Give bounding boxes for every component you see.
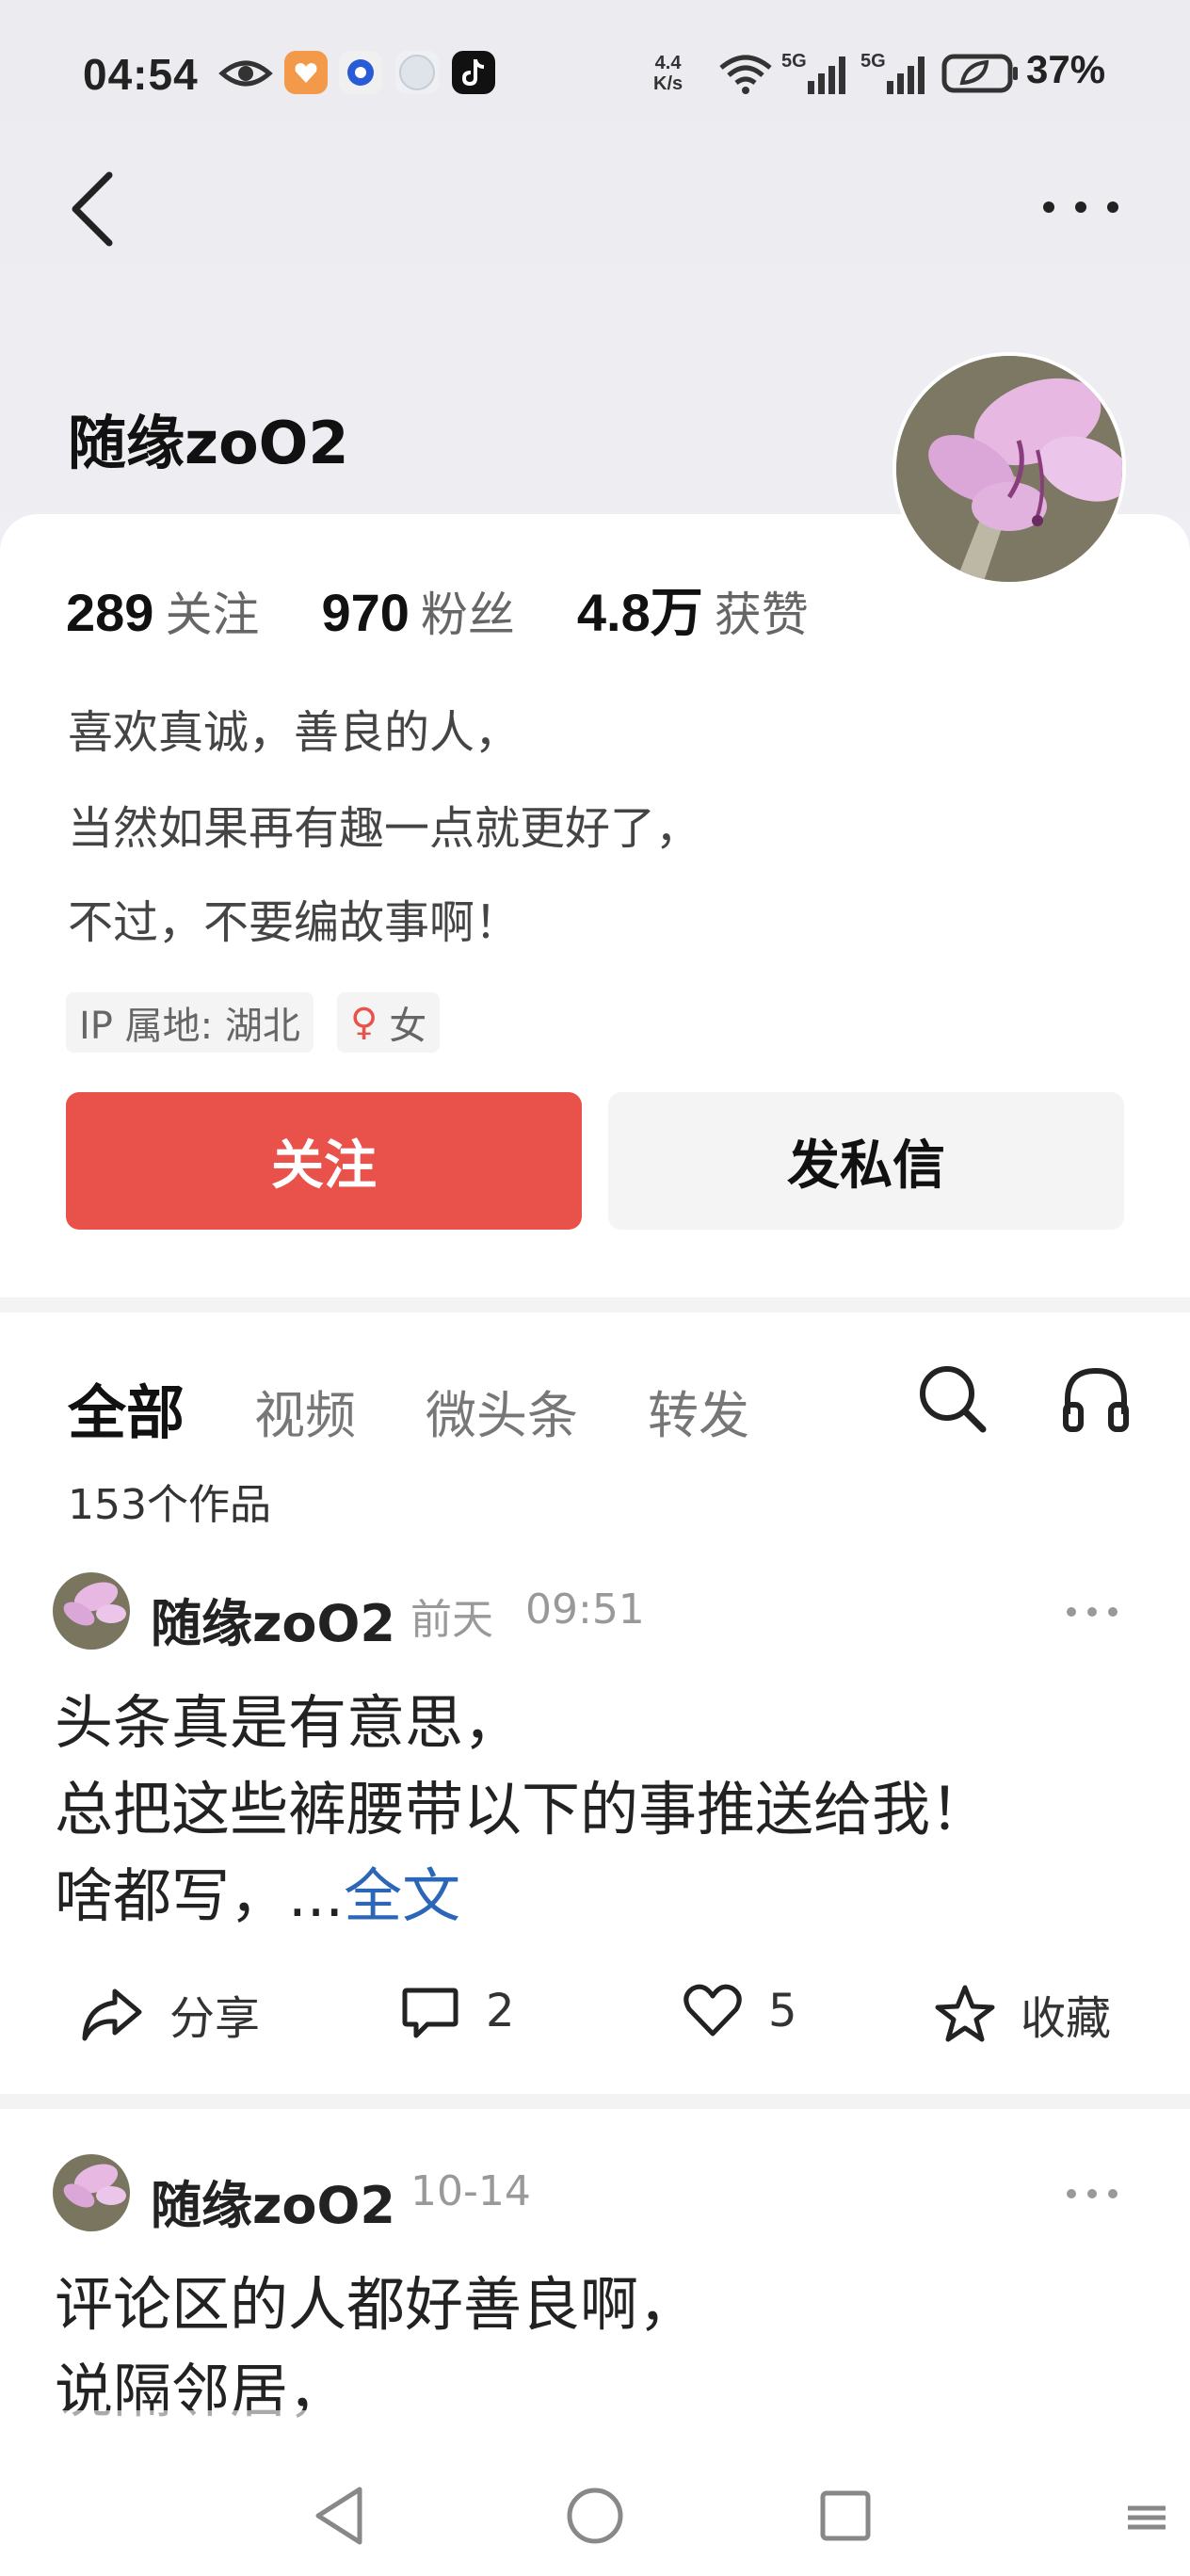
post-text-truncated: 啥都写，... [55, 1861, 345, 1930]
post-date: 前天 [410, 1596, 493, 1644]
comment-count: 2 [486, 1985, 515, 2037]
profile-avatar[interactable] [892, 352, 1126, 586]
likes-count: 4.8万 [576, 583, 703, 642]
send-message-button[interactable]: 发私信 [608, 1092, 1124, 1230]
headphones-icon[interactable] [1058, 1361, 1134, 1437]
comment-icon [402, 1988, 458, 2038]
post-divider [0, 2094, 1190, 2109]
star-icon [935, 1985, 995, 2042]
app-notification-icon-3 [395, 51, 439, 94]
status-bar: 04:54 4.4 K/s 5G 5G 37% [0, 0, 1190, 151]
female-icon: ♀ [350, 1001, 378, 1044]
post-time: 09:51 [525, 1586, 645, 1634]
bio-line-2: 当然如果再有趣一点就更好了， [68, 802, 701, 855]
app-notification-icon [284, 51, 328, 94]
tiktok-icon [452, 51, 495, 94]
likes-label: 获赞 [714, 588, 809, 642]
post-author-name[interactable]: 随缘zoO2 [151, 1582, 395, 1656]
bio-line-1: 喜欢真诚，善良的人， [68, 706, 521, 759]
heart-icon [683, 1984, 742, 2037]
favorite-label: 收藏 [1021, 1992, 1112, 2045]
post-author-avatar[interactable] [53, 1572, 130, 1650]
nav-recents-icon[interactable] [812, 2482, 879, 2550]
following-count[interactable]: 289 [66, 582, 153, 643]
favorite-action[interactable]: 收藏 [934, 1981, 1111, 2047]
eye-icon [218, 60, 273, 87]
post-more-icon[interactable] [1064, 1602, 1120, 1621]
app-notification-icon-2 [339, 51, 382, 94]
followers-label[interactable]: 粉丝 [421, 577, 515, 645]
network-speed: 4.4 K/s [653, 53, 683, 94]
post-text-line-1[interactable]: 头条真是有意思， [55, 1680, 522, 1766]
signal-bars-icon-2 [887, 56, 925, 94]
signal-label-2: 5G [860, 51, 886, 72]
nav-menu-icon[interactable] [1120, 2489, 1173, 2542]
post-text-line-1[interactable]: 评论区的人都好善良啊， [55, 2262, 697, 2348]
nav-home-icon[interactable] [561, 2482, 629, 2550]
profile-stats: 289 关注 970 粉丝 4.8万 获赞 [66, 571, 871, 647]
share-label: 分享 [169, 1992, 261, 2045]
battery-percent: 37% [1026, 47, 1106, 91]
post-date: 10-14 [410, 2167, 531, 2215]
follow-button[interactable]: 关注 [66, 1092, 582, 1230]
back-arrow-icon[interactable] [60, 166, 128, 252]
status-time: 04:54 [83, 50, 199, 99]
wifi-icon [719, 55, 772, 94]
post-author-name[interactable]: 随缘zoO2 [151, 2164, 395, 2238]
tab-video[interactable]: 视频 [254, 1374, 356, 1448]
tab-repost[interactable]: 转发 [648, 1374, 749, 1448]
content-tabs: 全部 视频 微头条 转发 [68, 1365, 819, 1450]
gender-label: 女 [389, 1005, 427, 1048]
search-icon[interactable] [915, 1361, 990, 1437]
battery-icon [941, 54, 1018, 93]
tab-all[interactable]: 全部 [68, 1365, 185, 1450]
more-options-icon[interactable] [1036, 185, 1126, 230]
bio-line-3: 不过，不要编故事啊！ [68, 896, 521, 949]
works-count: 153个作品 [68, 1481, 271, 1529]
like-count: 5 [768, 1985, 797, 2037]
share-icon [82, 1988, 142, 2041]
signal-bars-icon [808, 56, 845, 94]
profile-username: 随缘zoO2 [68, 409, 349, 477]
signal-label-1: 5G [781, 51, 807, 72]
nav-back-icon[interactable] [307, 2482, 375, 2550]
post-text-line-3[interactable]: 啥都写，...全文 [55, 1853, 460, 1940]
read-full-link[interactable]: 全文 [344, 1861, 460, 1930]
like-action[interactable]: 5 [682, 1981, 797, 2041]
gender-tag: ♀ 女 [337, 992, 441, 1053]
share-action[interactable]: 分享 [79, 1981, 260, 2047]
following-label[interactable]: 关注 [165, 577, 259, 645]
post-more-icon[interactable] [1064, 2184, 1120, 2203]
tab-micro-post[interactable]: 微头条 [426, 1374, 578, 1448]
post-text-line-2[interactable]: 总把这些裤腰带以下的事推送给我！ [55, 1766, 989, 1853]
post-author-avatar[interactable] [53, 2154, 130, 2231]
ip-location-tag: IP 属地: 湖北 [66, 992, 314, 1053]
section-divider [0, 1297, 1190, 1312]
comment-action[interactable]: 2 [399, 1981, 515, 2041]
followers-count[interactable]: 970 [321, 582, 409, 643]
